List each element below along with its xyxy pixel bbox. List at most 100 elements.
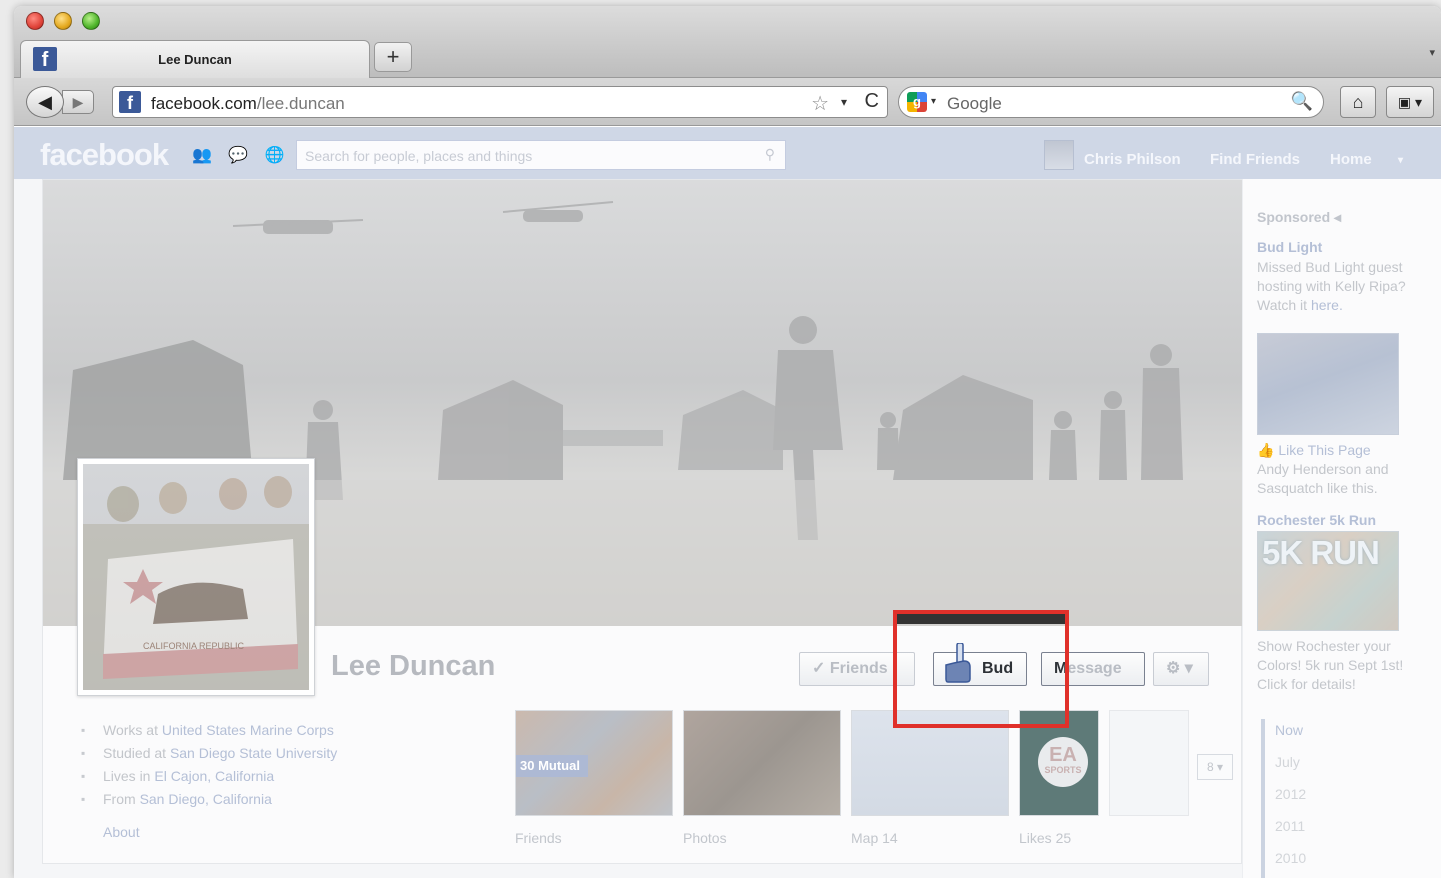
profile-photo-illustration: CALIFORNIA REPUBLIC [83,476,309,690]
address-bar[interactable]: f facebook.com/lee.duncan ☆ ▾ C [112,86,888,118]
search-placeholder: Search for people, places and things [305,148,533,164]
like-thumb-icon: 👍 [1257,442,1275,458]
back-button[interactable]: ◀ [26,86,64,118]
ea-sports-logo: EA SPORTS [1038,737,1088,787]
ea-logo-subtext: SPORTS [1044,765,1082,775]
tab-title: Lee Duncan [158,52,232,67]
ad1-social: Andy Henderson and Sasquatch like this. [1257,461,1389,496]
find-friends-link[interactable]: Find Friends [1210,151,1300,168]
about-from-prefix: From [103,791,140,807]
bookmarks-button[interactable]: ▣ ▾ [1386,86,1434,118]
message-label-rest: essage [1067,660,1122,677]
right-sidebar: Sponsored ◂ Bud Light Missed Bud Light g… [1242,179,1441,878]
url-path: /lee.duncan [256,94,345,113]
home-link[interactable]: Home [1330,151,1372,168]
about-from: ▪ From San Diego, California [79,789,499,812]
year-2011[interactable]: 2011 [1265,815,1306,847]
url-domain: facebook.com [151,94,257,113]
about-education: ▪ Studied at San Diego State University [79,743,499,766]
home-icon: ▪ [81,769,86,783]
mutual-friends-badge: 30 Mutual [516,755,588,777]
likes-tile-label[interactable]: Likes 25 [1019,830,1071,846]
search-engine-placeholder: Google [947,94,1002,113]
flag-text: CALIFORNIA REPUBLIC [143,641,245,651]
new-tab-button[interactable]: + [374,42,412,72]
megaphone-icon: ◂ [1334,209,1342,225]
close-window-button[interactable] [26,12,44,30]
minimize-window-button[interactable] [54,12,72,30]
about-lives-link[interactable]: El Cajon, California [154,768,274,784]
friends-tile-label[interactable]: Friends [515,830,562,846]
ad1-like-row: 👍 Like This Page [1257,441,1427,460]
gear-menu-button[interactable]: ⚙ ▾ [1153,652,1209,686]
profile-page: CALIFORNIA REPUBLIC Lee Duncan ✓ Friends… [14,179,1441,878]
browser-window: f Lee Duncan + ▾ ▶ ◀ f facebook.com/lee.… [14,6,1441,878]
about-work: ▪ Works at United States Marine Corps [79,720,499,743]
ad1-image[interactable] [1257,333,1399,435]
location-icon: ▪ [81,792,86,806]
education-icon: ▪ [81,746,86,760]
search-icon[interactable]: 🔍 [1291,91,1313,112]
photos-tile-label[interactable]: Photos [683,830,727,846]
facebook-logo[interactable]: facebook [40,137,169,173]
search-icon[interactable]: ⚲ [765,146,775,163]
title-bar: f Lee Duncan + ▾ [14,6,1441,78]
friends-tile[interactable]: 30 Mutual [515,710,673,816]
bookmark-star-icon[interactable]: ☆ [811,91,829,116]
sponsored-label: Sponsored [1257,209,1331,225]
profile-name: Lee Duncan [331,650,496,682]
about-lives-prefix: Lives in [103,768,155,784]
timeline-years-nav: Now July 2012 2011 2010 [1261,719,1306,878]
facebook-search-input[interactable]: Search for people, places and things ⚲ [296,140,786,170]
about-work-link[interactable]: United States Marine Corps [162,722,334,738]
ad1-body: Missed Bud Light guest hosting with Kell… [1257,258,1427,315]
ad2-image[interactable]: 5K RUN [1257,531,1399,631]
zoom-window-button[interactable] [82,12,100,30]
about-section: ▪ Works at United States Marine Corps ▪ St… [79,720,499,840]
facebook-header: facebook 👥 💬 🌐 Search for people, places… [14,127,1441,179]
reload-icon[interactable]: C [865,90,879,113]
ad1-title[interactable]: Bud Light [1257,239,1322,255]
year-july[interactable]: July [1265,751,1306,783]
tree-tile[interactable] [1109,710,1189,816]
about-link[interactable]: About [103,824,140,840]
annotation-highlight-box [893,610,1069,728]
year-2010[interactable]: 2010 [1265,847,1306,878]
url-history-dropdown-icon[interactable]: ▾ [841,95,847,109]
search-engine-dropdown-icon[interactable]: ▾ [931,96,936,107]
user-avatar[interactable] [1044,140,1074,170]
google-icon[interactable]: g [907,92,927,112]
forward-button[interactable]: ▶ [62,90,94,114]
url-text[interactable]: facebook.com/lee.duncan [151,94,345,114]
tab-list-menu-icon[interactable]: ▾ [1429,46,1435,59]
profile-picture[interactable]: CALIFORNIA REPUBLIC [77,458,315,696]
home-button[interactable]: ⌂ [1340,86,1376,118]
ad2-image-text: 5K RUN [1262,534,1380,571]
about-education-prefix: Studied at [103,745,170,761]
about-education-link[interactable]: San Diego State University [170,745,337,761]
work-icon: ▪ [81,723,86,737]
ad2-body: Show Rochester your Colors! 5k run Sept … [1257,638,1404,692]
year-now[interactable]: Now [1265,719,1306,751]
profile-photo: CALIFORNIA REPUBLIC [83,464,309,690]
ea-logo-text: EA [1049,744,1077,766]
user-name-link[interactable]: Chris Philson [1084,151,1181,168]
about-from-link[interactable]: San Diego, California [140,791,272,807]
about-lives: ▪ Lives in El Cajon, California [79,766,499,789]
more-apps-button[interactable]: 8 ▾ [1197,754,1233,780]
photos-tile[interactable] [683,710,841,816]
map-tile-label[interactable]: Map 14 [851,830,898,846]
browser-tab[interactable]: f Lee Duncan [20,40,370,78]
timeline: CALIFORNIA REPUBLIC Lee Duncan ✓ Friends… [42,179,1243,864]
year-2012[interactable]: 2012 [1265,783,1306,815]
ad2-title[interactable]: Rochester 5k Run [1257,512,1376,528]
ad1-here-link[interactable]: here. [1311,297,1343,313]
sponsored-heading: Sponsored ◂ [1257,209,1341,226]
account-menu-icon[interactable]: ▾ [1398,155,1403,166]
about-work-prefix: Works at [103,722,162,738]
web-search-bar[interactable]: g ▾ Google 🔍 [898,86,1324,118]
notification-icons[interactable]: 👥 💬 🌐 [192,145,291,165]
ad1-like-link[interactable]: Like This Page [1278,442,1370,458]
navigation-toolbar: ▶ ◀ f facebook.com/lee.duncan ☆ ▾ C g ▾ … [14,78,1441,126]
back-forward-group: ▶ ◀ [26,86,98,118]
